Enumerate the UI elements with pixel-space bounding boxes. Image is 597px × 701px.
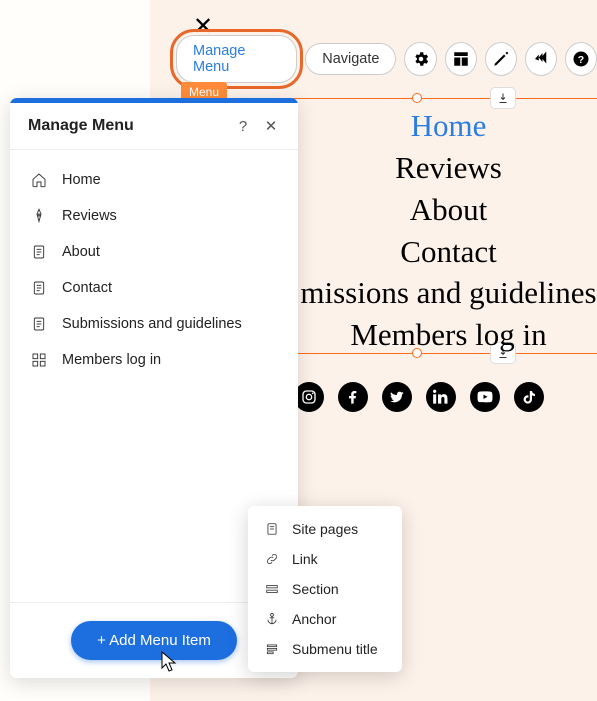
menu-item-label: Members log in bbox=[62, 352, 161, 368]
dropdown-label: Site pages bbox=[292, 521, 358, 537]
menu-item-label: About bbox=[62, 244, 100, 260]
menu-item-members[interactable]: Members log in bbox=[16, 342, 292, 378]
manage-menu-button[interactable]: Manage Menu bbox=[176, 35, 297, 83]
page-icon bbox=[30, 315, 48, 333]
settings-icon[interactable] bbox=[404, 42, 436, 76]
nav-item-members[interactable]: Members log in bbox=[280, 314, 597, 356]
dropdown-section[interactable]: Section bbox=[248, 574, 402, 604]
layout-icon[interactable] bbox=[445, 42, 477, 76]
dropdown-label: Anchor bbox=[292, 611, 336, 627]
page-icon bbox=[264, 521, 280, 537]
page-icon bbox=[30, 243, 48, 261]
add-item-dropdown: Site pages Link Section Anchor Submenu t… bbox=[248, 506, 402, 672]
dropdown-label: Submenu title bbox=[292, 641, 378, 657]
facebook-icon[interactable] bbox=[338, 382, 368, 412]
social-bar bbox=[294, 382, 544, 412]
pen-icon bbox=[30, 207, 48, 225]
dropdown-label: Link bbox=[292, 551, 318, 567]
panel-title: Manage Menu bbox=[28, 117, 224, 135]
tiktok-icon[interactable] bbox=[514, 382, 544, 412]
dropdown-site-pages[interactable]: Site pages bbox=[248, 514, 402, 544]
menu-item-label: Reviews bbox=[62, 208, 117, 224]
link-icon bbox=[264, 551, 280, 567]
dropdown-anchor[interactable]: Anchor bbox=[248, 604, 402, 634]
element-toolbar: Manage Menu Navigate ? bbox=[176, 35, 597, 83]
menu-item-label: Contact bbox=[62, 280, 112, 296]
panel-help-icon[interactable]: ? bbox=[234, 117, 252, 135]
menu-item-label: Home bbox=[62, 172, 101, 188]
add-menu-item-button[interactable]: + Add Menu Item bbox=[71, 621, 237, 660]
nav-item-about[interactable]: About bbox=[280, 189, 597, 231]
menu-item-submissions[interactable]: Submissions and guidelines bbox=[16, 306, 292, 342]
twitter-icon[interactable] bbox=[382, 382, 412, 412]
nav-item-submissions[interactable]: missions and guidelines bbox=[280, 272, 597, 314]
submenu-icon bbox=[264, 641, 280, 657]
youtube-icon[interactable] bbox=[470, 382, 500, 412]
page-icon bbox=[30, 279, 48, 297]
nav-item-reviews[interactable]: Reviews bbox=[280, 147, 597, 189]
panel-close-icon[interactable]: ✕ bbox=[262, 117, 280, 135]
home-icon bbox=[30, 171, 48, 189]
menu-item-home[interactable]: Home bbox=[16, 162, 292, 198]
nav-item-home[interactable]: Home bbox=[280, 105, 597, 147]
svg-text:?: ? bbox=[578, 54, 584, 66]
section-icon bbox=[264, 581, 280, 597]
dropdown-link[interactable]: Link bbox=[248, 544, 402, 574]
linkedin-icon[interactable] bbox=[426, 382, 456, 412]
menu-item-contact[interactable]: Contact bbox=[16, 270, 292, 306]
dropdown-label: Section bbox=[292, 581, 339, 597]
menu-item-label: Submissions and guidelines bbox=[62, 316, 242, 332]
nav-item-contact[interactable]: Contact bbox=[280, 231, 597, 273]
anchor-icon bbox=[264, 611, 280, 627]
animation-icon[interactable] bbox=[525, 42, 557, 76]
grid-icon bbox=[30, 351, 48, 369]
selection-handle-top[interactable] bbox=[412, 93, 422, 103]
site-menu-preview: Home Reviews About Contact missions and … bbox=[280, 105, 597, 356]
panel-header: Manage Menu ? ✕ bbox=[10, 103, 298, 150]
instagram-icon[interactable] bbox=[294, 382, 324, 412]
navigate-button[interactable]: Navigate bbox=[305, 43, 396, 75]
menu-item-reviews[interactable]: Reviews bbox=[16, 198, 292, 234]
help-icon[interactable]: ? bbox=[565, 42, 597, 76]
design-icon[interactable] bbox=[485, 42, 517, 76]
menu-item-about[interactable]: About bbox=[16, 234, 292, 270]
dropdown-submenu[interactable]: Submenu title bbox=[248, 634, 402, 664]
